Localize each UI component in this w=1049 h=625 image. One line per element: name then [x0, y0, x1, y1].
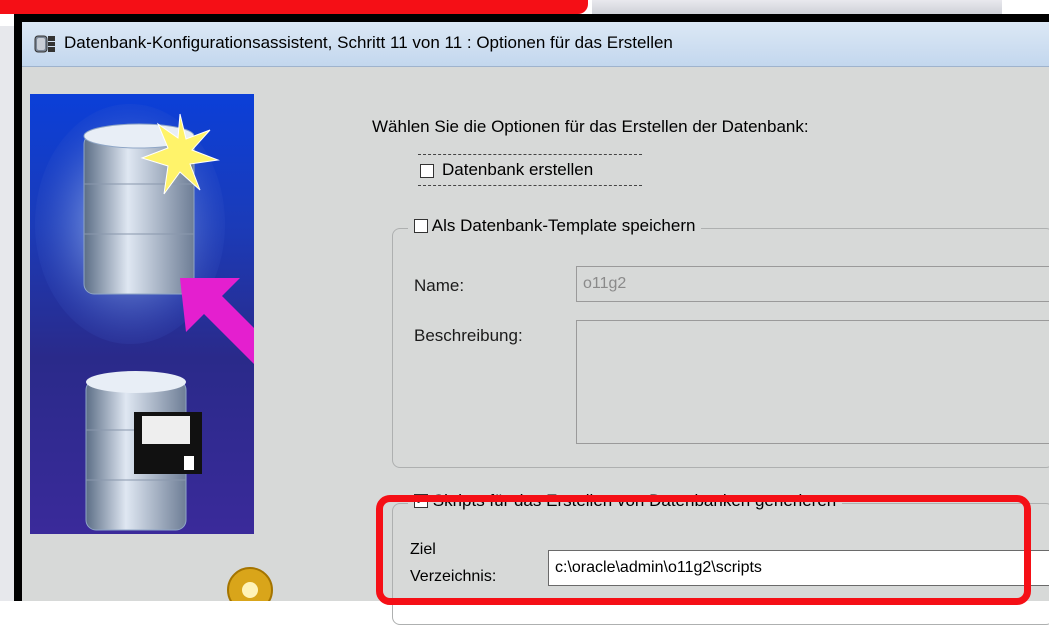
description-label: Beschreibung:: [414, 326, 523, 345]
instruction-text: Wählen Sie die Optionen für das Erstelle…: [372, 117, 809, 136]
gear-icon: [227, 567, 273, 601]
highlight-tab: [0, 0, 588, 14]
background-toolbar: [592, 0, 1002, 14]
database-illustration-icon: [35, 104, 254, 531]
window-title: Datenbank-Konfigurationsassistent, Schri…: [64, 33, 673, 52]
save-template-checkbox[interactable]: [414, 219, 428, 233]
template-name-value: o11g2: [583, 275, 627, 292]
template-legend: Als Datenbank-Template speichern: [408, 216, 702, 236]
highlight-box: [376, 495, 1031, 605]
name-label: Name:: [414, 276, 465, 295]
save-template-label[interactable]: Als Datenbank-Template speichern: [432, 216, 696, 235]
database-app-icon: [34, 35, 55, 53]
background-sidebar: [0, 26, 15, 601]
title-bar[interactable]: Datenbank-Konfigurationsassistent, Schri…: [22, 22, 1049, 67]
template-description-textarea[interactable]: [576, 320, 1049, 444]
create-db-label[interactable]: Datenbank erstellen: [442, 160, 593, 180]
create-db-checkbox[interactable]: [420, 164, 434, 178]
wizard-illustration: [30, 94, 254, 534]
template-name-input[interactable]: o11g2: [576, 266, 1049, 302]
